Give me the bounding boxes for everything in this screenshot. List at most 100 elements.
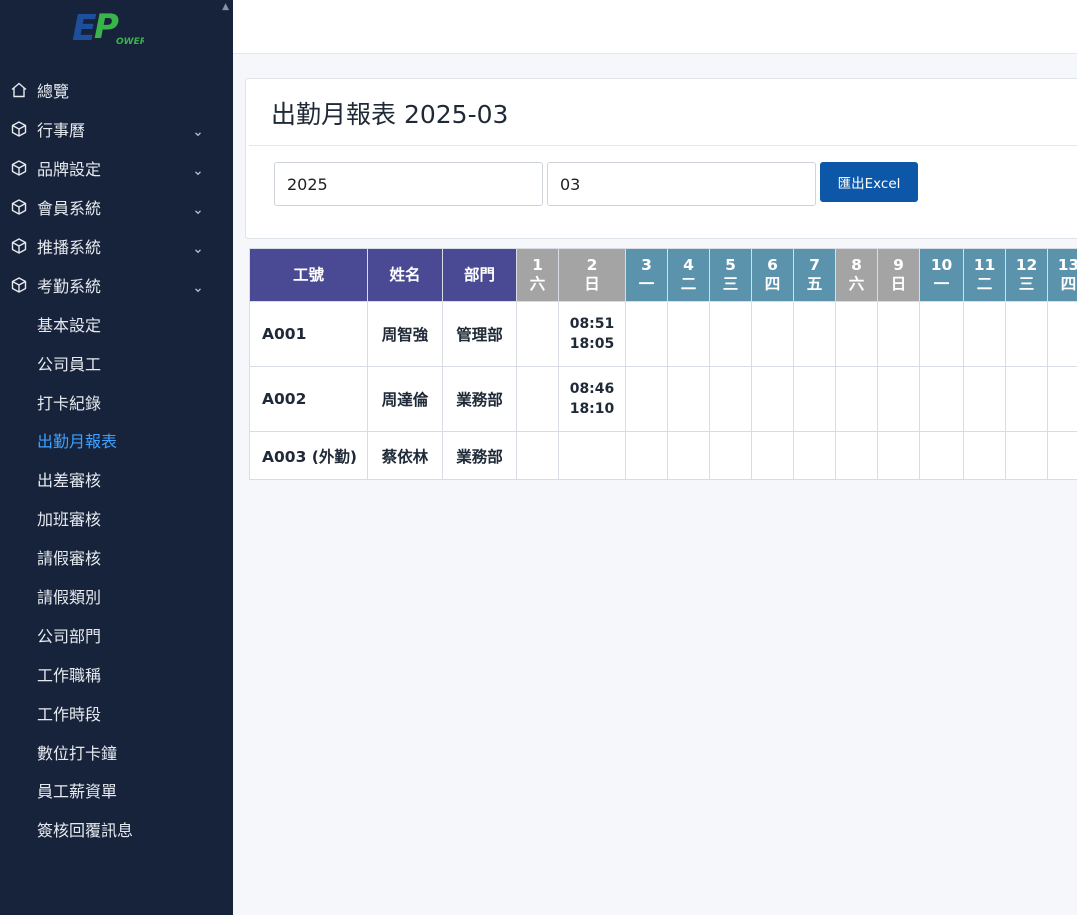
day-weekday: 二 (976, 275, 993, 293)
cell-department: 業務部 (442, 366, 517, 432)
column-header-day: 13 四 (1047, 248, 1077, 302)
day-weekday: 四 (1060, 275, 1077, 293)
day-number: 5 (725, 256, 736, 274)
cell-day-attendance (1047, 366, 1077, 432)
cell-day-attendance (1005, 431, 1048, 480)
sidebar-item-1[interactable]: 行事曆 (0, 110, 233, 149)
year-input[interactable] (274, 162, 543, 206)
day-weekday: 四 (764, 275, 781, 293)
sidebar-subitem-6[interactable]: 請假審核 (0, 538, 233, 577)
sidebar-item-2[interactable]: 品牌設定 (0, 149, 233, 188)
cell-day-attendance (1047, 301, 1077, 367)
cell-day-attendance (709, 301, 752, 367)
cell-day-attendance (793, 301, 836, 367)
sidebar-subitem-1[interactable]: 公司員工 (0, 343, 233, 382)
day-weekday: 五 (806, 275, 823, 293)
cell-day-attendance (709, 366, 752, 432)
cube-icon (10, 237, 28, 255)
column-header-day: 11 二 (963, 248, 1006, 302)
column-header-day: 12 三 (1005, 248, 1048, 302)
sidebar-subitem-2[interactable]: 打卡紀錄 (0, 382, 233, 421)
cell-day-attendance (1005, 301, 1048, 367)
cube-icon (10, 159, 28, 177)
sidebar-subitem-13[interactable]: 簽核回覆訊息 (0, 810, 233, 849)
cell-department: 業務部 (442, 431, 517, 480)
cell-day-attendance (667, 301, 710, 367)
epower-logo[interactable]: E P OWER (70, 6, 147, 49)
day-number: 10 (930, 256, 953, 274)
day-weekday: 一 (933, 275, 950, 293)
day-number: 4 (683, 256, 694, 274)
cube-icon (10, 276, 28, 294)
cell-day-attendance (751, 431, 794, 480)
column-header-id: 工號 (249, 248, 368, 302)
cell-employee-id: A001 (249, 301, 368, 367)
sidebar-item-3[interactable]: 會員系統 (0, 188, 233, 227)
cell-day-attendance (963, 366, 1006, 432)
month-input[interactable] (547, 162, 816, 206)
chevron-down-icon (193, 124, 203, 137)
sidebar-subitem-8[interactable]: 公司部門 (0, 615, 233, 654)
day-weekday: 一 (638, 275, 655, 293)
cube-icon (10, 120, 28, 138)
sidebar-subitem-12[interactable]: 員工薪資單 (0, 771, 233, 810)
cell-day-attendance (667, 431, 710, 480)
cell-day-attendance (877, 366, 920, 432)
cell-day-attendance: 08:46 18:10 (558, 366, 626, 432)
sidebar-subitem-7[interactable]: 請假類別 (0, 577, 233, 616)
day-number: 2 (586, 256, 598, 274)
column-header-name: 姓名 (367, 248, 443, 302)
cell-day-attendance (919, 366, 964, 432)
sidebar-subitem-5[interactable]: 加班審核 (0, 499, 233, 538)
sidebar-subitem-0[interactable]: 基本設定 (0, 304, 233, 343)
day-weekday: 二 (680, 275, 697, 293)
sidebar-item-0[interactable]: 總覽 (0, 71, 233, 110)
day-number: 3 (641, 256, 652, 274)
cell-day-attendance (1047, 431, 1077, 480)
sidebar-subitem-11[interactable]: 數位打卡鐘 (0, 732, 233, 771)
day-number: 1 (532, 256, 543, 274)
scroll-up-arrow-icon[interactable]: ▲ (222, 2, 229, 12)
clock-in-time: 08:51 (569, 316, 615, 332)
cell-day-attendance (709, 431, 752, 480)
cell-day-attendance (919, 431, 964, 480)
top-bar (233, 0, 1077, 54)
column-header-day: 7五 (793, 248, 836, 302)
cell-day-attendance (1005, 366, 1048, 432)
chevron-down-icon (193, 163, 203, 176)
cell-day-attendance: 08:51 18:05 (558, 301, 626, 367)
export-excel-button[interactable]: 匯出Excel (820, 162, 918, 202)
sidebar-subitem-9[interactable]: 工作職稱 (0, 654, 233, 693)
day-weekday: 三 (1018, 275, 1035, 293)
sidebar-item-label: 品牌設定 (37, 160, 102, 180)
chevron-down-icon (193, 280, 203, 293)
cell-employee-name: 周智強 (367, 301, 443, 367)
column-header-day: 6四 (751, 248, 794, 302)
sidebar-nav: 總覽行事曆品牌設定會員系統 推播系統考勤系統基本設定 公司員工 打卡紀錄 出勤月報表 出差… (0, 71, 233, 849)
sidebar-item-4[interactable]: 推播系統 (0, 227, 233, 266)
column-header-day: 8六 (835, 248, 878, 302)
day-number: 12 (1015, 256, 1038, 274)
home-icon (10, 81, 28, 99)
cell-day-attendance (793, 431, 836, 480)
cell-day-attendance (625, 431, 668, 480)
cell-day-attendance (516, 366, 559, 432)
column-header-day: 1六 (516, 248, 559, 302)
sidebar-item-label: 考勤系統 (37, 276, 102, 296)
cell-day-attendance (877, 431, 920, 480)
attendance-table-container[interactable]: 工號 姓名 部門 1 六 2 日 3 一 4 二 5 三 6 四 7 五 8 六 9 日 10 一 11 二 12 三 13 四 A00… (249, 248, 1077, 481)
sidebar-subitem-3[interactable]: 出勤月報表 (0, 421, 233, 460)
sidebar-item-5[interactable]: 考勤系統 (0, 265, 233, 304)
sidebar-item-label: 總覽 (37, 82, 70, 102)
cell-day-attendance (835, 366, 878, 432)
cell-day-attendance (558, 431, 626, 480)
chevron-down-icon (193, 241, 203, 254)
sidebar-subitem-4[interactable]: 出差審核 (0, 460, 233, 499)
column-header-day: 4二 (667, 248, 710, 302)
cell-department: 管理部 (442, 301, 517, 367)
sidebar-subitem-10[interactable]: 工作時段 (0, 693, 233, 732)
day-number: 11 (973, 256, 996, 274)
cell-employee-name: 周達倫 (367, 366, 443, 432)
column-header-day: 3一 (625, 248, 668, 302)
sidebar: E P OWER ▲ 總覽行事曆品牌設定會員系統 推播系統考勤系統基本設定 公司員工… (0, 0, 233, 915)
